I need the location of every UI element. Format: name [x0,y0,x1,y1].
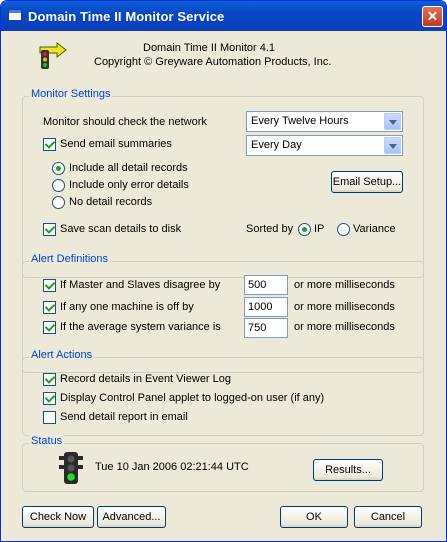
ok-button[interactable]: OK [280,506,348,528]
sort-ip-radio[interactable] [298,223,311,236]
chevron-down-icon[interactable] [384,113,401,130]
check-network-label: Monitor should check the network [43,116,207,128]
copyright-text: Copyright © Greyware Automation Products… [94,56,332,68]
cancel-button[interactable]: Cancel [354,506,422,528]
detail-option-all-radio[interactable] [52,162,65,175]
check-network-value: Every Twelve Hours [251,115,349,127]
record-event-log-checkbox[interactable] [43,373,56,386]
alert-disagree-suffix: or more milliseconds [294,279,395,291]
traffic-light-arrow-logo [39,42,67,69]
alert-disagree-checkbox[interactable] [43,279,56,292]
email-setup-button[interactable]: Email Setup... [331,171,403,193]
alert-machine-off-label[interactable]: If any one machine is off by [60,301,194,313]
sorted-by-label: Sorted by [246,223,294,235]
sort-variance-label[interactable]: Variance [353,223,396,235]
send-email-checkbox[interactable] [43,138,56,151]
window-icon [8,9,22,21]
detail-option-errors-label[interactable]: Include only error details [69,179,189,191]
send-report-checkbox[interactable] [43,411,56,424]
alert-variance-checkbox[interactable] [43,321,56,334]
detail-option-all-label[interactable]: Include all detail records [69,162,188,174]
detail-option-none-radio[interactable] [52,196,65,209]
title-bar[interactable]: Domain Time II Monitor Service ✕ [1,1,446,31]
send-report-label[interactable]: Send detail report in email [60,411,188,423]
status-legend: Status [29,435,65,447]
alert-variance-suffix: or more milliseconds [294,321,395,333]
alert-variance-input[interactable]: 750 [244,318,288,338]
alert-actions-legend: Alert Actions [29,349,95,361]
alert-machine-off-input[interactable]: 1000 [244,297,288,317]
detail-option-none-label[interactable]: No detail records [69,196,152,208]
alert-definitions-legend: Alert Definitions [29,253,111,265]
alert-machine-off-checkbox[interactable] [43,301,56,314]
sort-variance-radio[interactable] [337,223,350,236]
save-scan-checkbox[interactable] [43,223,56,236]
email-frequency-dropdown[interactable]: Every Day [246,135,403,156]
alert-disagree-input[interactable]: 500 [244,275,288,295]
app-name: Domain Time II Monitor 4.1 [143,42,276,54]
window-title: Domain Time II Monitor Service [28,9,225,24]
chevron-down-icon[interactable] [384,137,401,154]
alert-machine-off-suffix: or more milliseconds [294,301,395,313]
sort-ip-label[interactable]: IP [314,223,324,235]
dialog-content: Domain Time II Monitor 4.1 Copyright © G… [1,31,446,541]
results-button[interactable]: Results... [313,459,383,481]
check-now-button[interactable]: Check Now [22,506,94,528]
display-applet-checkbox[interactable] [43,392,56,405]
traffic-light-green-icon [59,452,83,484]
record-event-log-label[interactable]: Record details in Event Viewer Log [60,373,231,385]
check-network-dropdown[interactable]: Every Twelve Hours [246,111,403,132]
monitor-settings-legend: Monitor Settings [29,88,113,100]
save-scan-label[interactable]: Save scan details to disk [60,223,181,235]
close-button[interactable]: ✕ [422,6,443,27]
detail-option-errors-radio[interactable] [52,179,65,192]
alert-variance-label[interactable]: If the average system variance is [60,321,221,333]
email-frequency-value: Every Day [251,139,302,151]
main-window: Domain Time II Monitor Service ✕ Domain … [0,0,447,542]
advanced-button[interactable]: Advanced... [97,506,166,528]
alert-disagree-label[interactable]: If Master and Slaves disagree by [60,279,220,291]
send-email-label[interactable]: Send email summaries [60,138,172,150]
status-timestamp: Tue 10 Jan 2006 02:21:44 UTC [95,461,249,473]
display-applet-label[interactable]: Display Control Panel applet to logged-o… [60,392,324,404]
